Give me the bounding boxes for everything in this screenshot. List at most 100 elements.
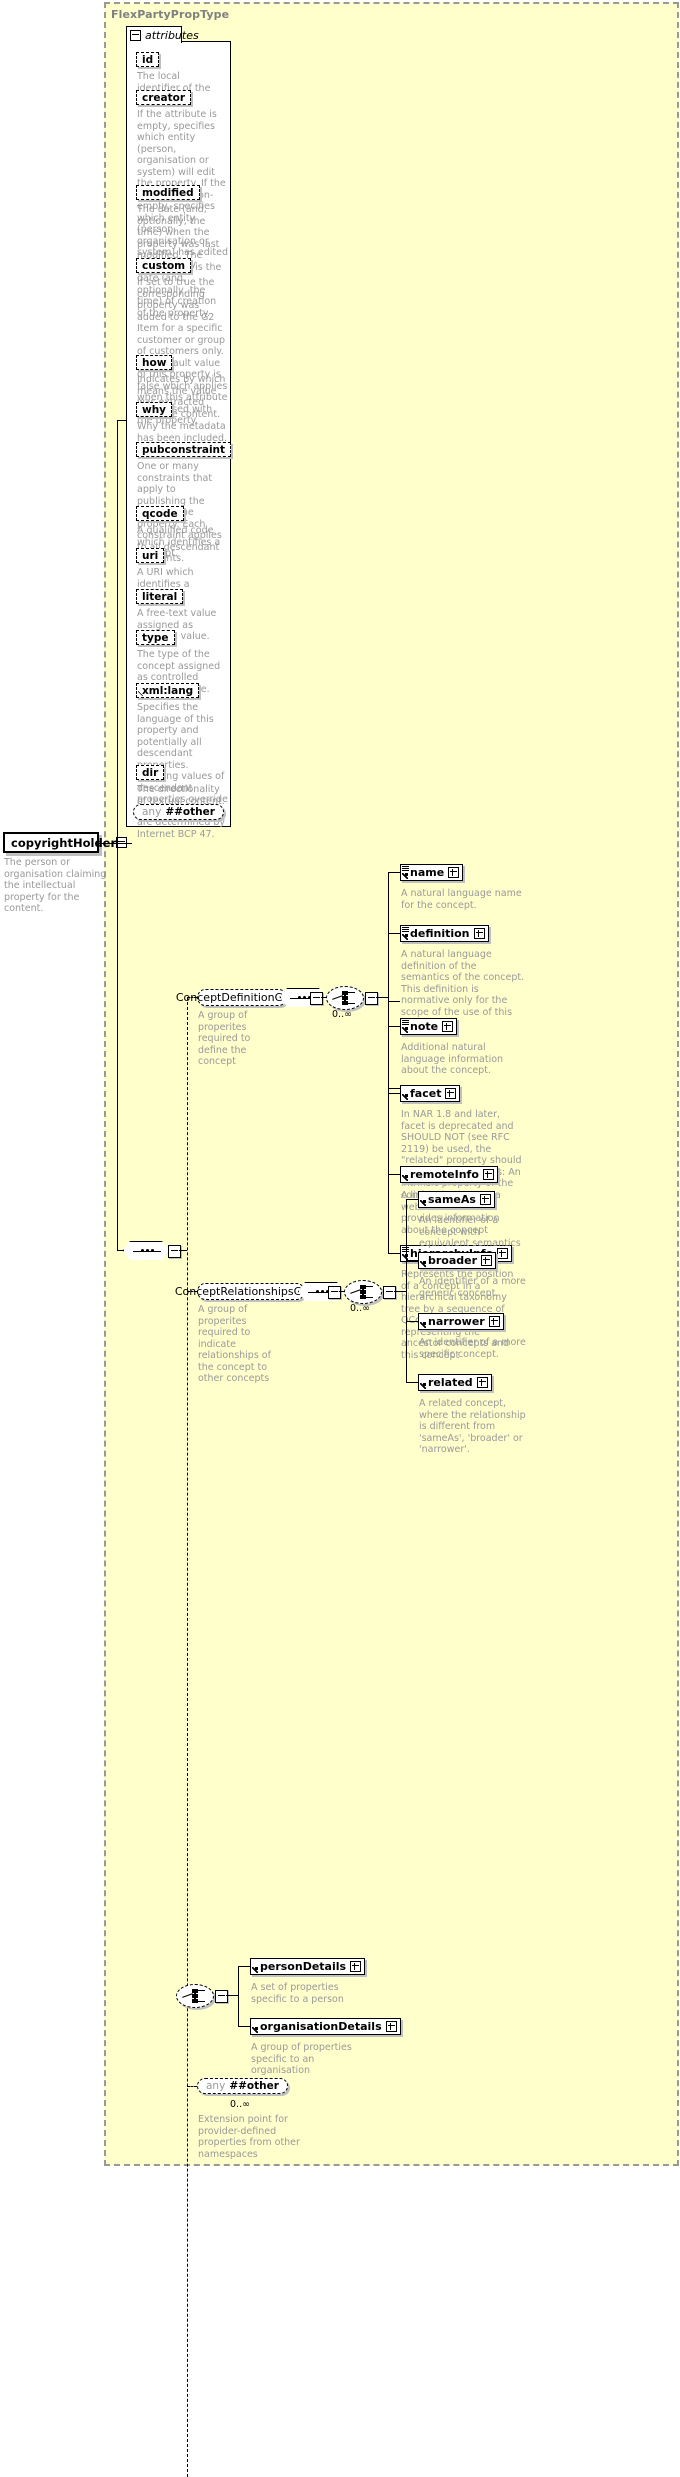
attribute-doc-why: Why the metadata has been included. <box>137 421 228 444</box>
element-organisationDetails[interactable]: organisationDetails <box>250 2018 401 2035</box>
attribute-creator[interactable]: creator <box>136 90 192 105</box>
group-ConceptRelationshipsGroup[interactable]: ConceptRelationshipsGroup <box>175 1283 327 1300</box>
expand-icon[interactable] <box>448 867 460 878</box>
expand-icon[interactable] <box>497 1248 509 1259</box>
expand-icon[interactable] <box>479 1194 491 1205</box>
element-label: note <box>410 1020 439 1033</box>
attributes-tab[interactable]: attributes <box>126 26 199 43</box>
element-label: related <box>428 1376 473 1389</box>
choice-toggle[interactable] <box>215 1990 228 2003</box>
connector <box>388 1001 400 1002</box>
sequence-toggle[interactable] <box>168 1245 181 1258</box>
element-label: organisationDetails <box>260 2020 382 2033</box>
any-namespace: ##other <box>229 2080 279 2092</box>
element-name[interactable]: name <box>400 864 464 881</box>
element-personDetails[interactable]: personDetails <box>250 1958 366 1975</box>
attribute-why[interactable]: why <box>136 402 173 417</box>
occurrence-indicator: 0..∞ <box>332 1009 352 1020</box>
attribute-modified[interactable]: modified <box>136 185 200 200</box>
element-related[interactable]: related <box>418 1374 492 1391</box>
connector <box>117 1250 124 1251</box>
element-label: narrower <box>428 1315 485 1328</box>
attribute-label: custom <box>142 259 186 272</box>
connector <box>238 1966 250 1967</box>
connector <box>406 1291 407 1383</box>
attribute-xml-lang[interactable]: xml:lang <box>136 683 200 698</box>
reference-icon <box>402 1094 408 1100</box>
connector <box>388 1253 400 1254</box>
element-narrower[interactable]: narrower <box>418 1313 504 1330</box>
attribute-label: pubconstraint <box>142 443 226 456</box>
choice-compositor[interactable] <box>344 1280 382 1304</box>
reference-icon <box>420 1383 426 1389</box>
expand-icon[interactable] <box>476 1377 488 1388</box>
connector <box>226 1995 238 1996</box>
content-any-other[interactable]: any ##other <box>197 2078 288 2094</box>
attribute-id[interactable]: id <box>136 52 160 67</box>
expand-icon[interactable] <box>488 1316 500 1327</box>
connector <box>388 1026 400 1027</box>
element-label: name <box>410 866 445 879</box>
expand-icon[interactable] <box>385 2021 397 2032</box>
schema-diagram: FlexPartyPropType attributes id The loca… <box>0 0 680 2477</box>
attribute-pubconstraint[interactable]: pubconstraint <box>136 442 232 457</box>
attribute-uri[interactable]: uri <box>136 548 165 563</box>
choice-toggle[interactable] <box>383 1286 396 1299</box>
group-doc-ConceptRelationshipsGroup: A group of properites required to indica… <box>198 1304 271 1384</box>
element-note[interactable]: note <box>400 1018 458 1035</box>
element-sameAs[interactable]: sameAs <box>418 1191 495 1208</box>
sequence-toggle[interactable] <box>310 992 323 1005</box>
group-ConceptDefinitionGroup[interactable]: ConceptDefinitionGroup <box>176 989 308 1006</box>
attribute-how[interactable]: how <box>136 355 173 370</box>
expand-icon[interactable] <box>442 1021 454 1032</box>
reference-icon <box>402 934 408 940</box>
attributes-label: attributes <box>145 28 199 42</box>
element-label: remoteInfo <box>410 1168 479 1181</box>
attribute-label: how <box>142 356 167 369</box>
connector <box>376 997 388 998</box>
attribute-literal[interactable]: literal <box>136 589 184 604</box>
reference-icon <box>252 1967 258 1973</box>
element-doc-copyrightHolder: The person or organisation claiming the … <box>4 857 107 914</box>
expand-icon[interactable] <box>473 928 485 939</box>
element-definition[interactable]: definition <box>400 925 489 942</box>
expand-icon[interactable] <box>445 1088 457 1099</box>
attribute-qcode[interactable]: qcode <box>136 506 184 521</box>
attribute-label: id <box>142 53 154 66</box>
element-doc-personDetails: A set of properties specific to a person <box>251 1982 344 2005</box>
attribute-label: qcode <box>142 507 178 520</box>
attribute-any-other[interactable]: any ##other <box>133 804 224 820</box>
content-any-doc: Extension point for provider-defined pro… <box>198 2114 300 2160</box>
attribute-label: uri <box>142 549 159 562</box>
connector <box>388 872 389 1166</box>
choice-compositor[interactable] <box>326 986 364 1010</box>
element-facet[interactable]: facet <box>400 1085 461 1102</box>
reference-icon <box>420 1322 426 1328</box>
sequence-icon <box>402 927 409 932</box>
attribute-custom[interactable]: custom <box>136 258 192 273</box>
element-copyrightHolder[interactable]: copyrightHolder <box>3 832 128 853</box>
connector-dashed <box>187 997 188 2477</box>
expand-icon[interactable] <box>482 1169 494 1180</box>
element-remoteInfo[interactable]: remoteInfo <box>400 1166 498 1183</box>
attribute-dir[interactable]: dir <box>136 765 165 780</box>
connector <box>99 843 132 844</box>
choice-toggle[interactable] <box>365 992 378 1005</box>
element-broader[interactable]: broader <box>418 1252 497 1269</box>
expand-icon[interactable] <box>481 1255 493 1266</box>
element-label: broader <box>428 1254 478 1267</box>
attribute-label: dir <box>142 766 159 779</box>
choice-compositor[interactable] <box>176 1984 214 2008</box>
connector <box>406 1260 418 1261</box>
connector <box>388 933 400 934</box>
attribute-label: why <box>142 403 167 416</box>
connector <box>388 1093 400 1094</box>
connector <box>117 420 118 844</box>
connector <box>388 1166 389 1254</box>
collapse-icon[interactable] <box>130 29 141 41</box>
element-doc-narrower: An identifier of a more specific concept… <box>419 1337 526 1360</box>
sequence-toggle[interactable] <box>328 1286 341 1299</box>
connector <box>179 1250 187 1251</box>
attribute-type[interactable]: type <box>136 630 175 645</box>
expand-icon[interactable] <box>350 1961 362 1972</box>
